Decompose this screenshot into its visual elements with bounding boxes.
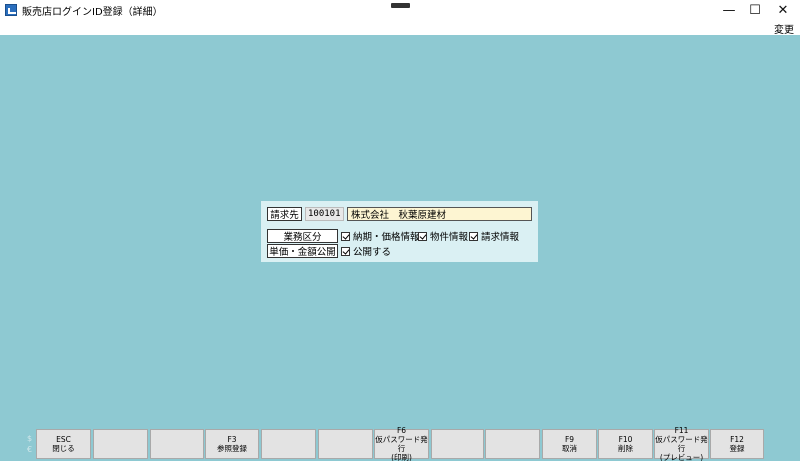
drag-handle[interactable]	[391, 3, 410, 8]
maximize-button[interactable]: ☐	[740, 0, 770, 20]
price-disclosure-label: 単価・金額公開	[267, 244, 338, 258]
fkey-label: 仮パスワード発行	[375, 435, 428, 453]
fkey-f5-button[interactable]	[318, 429, 373, 459]
fkey-sublabel: (印刷)	[391, 453, 412, 461]
checkbox-label: 請求情報	[481, 232, 520, 243]
window-title: 販売店ログインID登録（詳細）	[22, 6, 163, 18]
fkey-label: 削除	[618, 444, 633, 453]
app-icon	[5, 4, 17, 16]
checkbox-checked-icon[interactable]	[341, 246, 350, 256]
billing-label: 請求先	[267, 207, 302, 221]
checkbox-property-info[interactable]: 物件情報	[418, 230, 469, 243]
fkey-label: 仮パスワード発行	[655, 435, 708, 453]
checkbox-billing-info[interactable]: 請求情報	[469, 230, 520, 243]
f11-temp-password-preview-button[interactable]: F11 仮パスワード発行 (プレビュー)	[654, 426, 709, 461]
f9-cancel-button[interactable]: F9 取消	[542, 429, 597, 459]
checkbox-checked-icon[interactable]	[469, 231, 478, 241]
fkey-label: 登録	[729, 444, 745, 453]
fkey-code: F10	[618, 435, 633, 444]
content-area: 請求先 100101 株式会社 秋葉原建材 業務区分 納期・価格情報 物件情報 …	[0, 35, 800, 461]
fkey-code: F6	[396, 426, 407, 435]
fkey-sublabel: (プレビュー)	[659, 453, 704, 461]
checkbox-label: 公開する	[353, 247, 392, 258]
checkbox-delivery-price[interactable]: 納期・価格情報	[341, 230, 420, 243]
f6-temp-password-print-button[interactable]: F6 仮パスワード発行 (印刷)	[374, 426, 429, 461]
checkbox-label: 物件情報	[430, 232, 469, 243]
checkbox-label: 納期・価格情報	[353, 232, 420, 243]
f12-register-button[interactable]: F12 登録	[710, 429, 764, 459]
fkey-f8-button[interactable]	[485, 429, 540, 459]
business-category-label: 業務区分	[267, 229, 338, 243]
form-panel: 請求先 100101 株式会社 秋葉原建材 業務区分 納期・価格情報 物件情報 …	[261, 201, 538, 262]
f3-reference-register-button[interactable]: F3 参照登録	[205, 429, 259, 459]
checkbox-checked-icon[interactable]	[418, 231, 427, 241]
menu-bar: 変更	[0, 20, 800, 36]
fkey-label: 参照登録	[217, 444, 247, 453]
billing-name-field[interactable]: 株式会社 秋葉原建材	[347, 207, 532, 221]
fkey-f2-button[interactable]	[150, 429, 204, 459]
menu-item-change[interactable]: 変更	[774, 21, 794, 36]
billing-code-field[interactable]: 100101	[305, 207, 344, 221]
checkbox-checked-icon[interactable]	[341, 231, 350, 241]
fkey-f4-button[interactable]	[261, 429, 316, 459]
f10-delete-button[interactable]: F10 削除	[598, 429, 653, 459]
fkey-label: 取消	[562, 444, 577, 453]
fkey-code: F3	[227, 435, 237, 444]
fkey-f7-button[interactable]	[431, 429, 484, 459]
fkey-f1-button[interactable]	[93, 429, 148, 459]
fkey-label: 閉じる	[52, 444, 75, 453]
close-button[interactable]: ✕	[768, 0, 798, 20]
function-key-bar: ESC 閉じる F3 参照登録 F6 仮パスワード発行 (印刷) F9 取消 F…	[0, 426, 800, 461]
fkey-code: F11	[674, 426, 689, 435]
checkbox-publish[interactable]: 公開する	[341, 245, 392, 258]
fkey-code: F9	[564, 435, 575, 444]
esc-close-button[interactable]: ESC 閉じる	[36, 429, 91, 459]
fkey-code: F12	[730, 435, 744, 444]
fkey-code: ESC	[56, 435, 71, 444]
